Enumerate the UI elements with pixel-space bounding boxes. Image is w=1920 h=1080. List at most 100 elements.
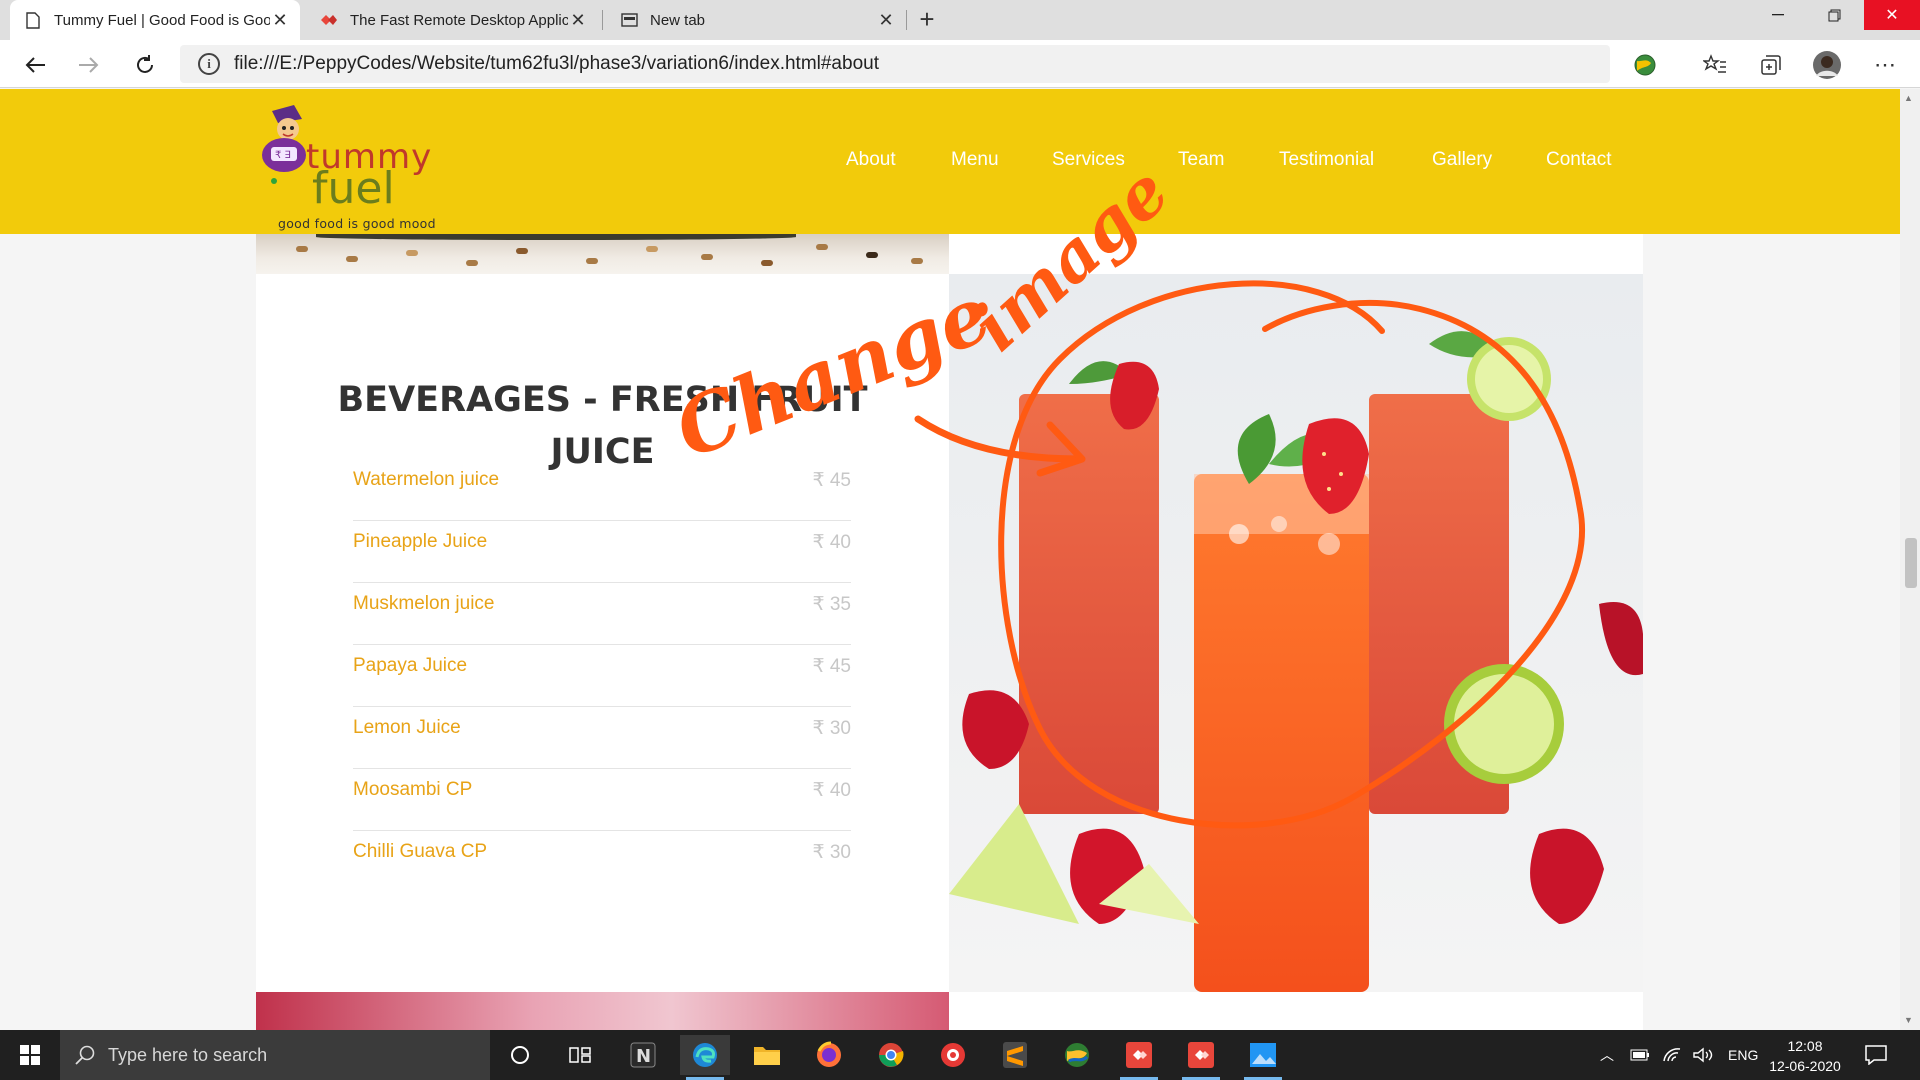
extension-globe-icon[interactable] [1630, 50, 1660, 80]
scroll-up-arrow-icon[interactable]: ▲ [1904, 93, 1913, 103]
info-icon[interactable]: i [198, 53, 220, 75]
tab-title: Tummy Fuel | Good Food is Good Mood [54, 11, 270, 29]
menu-item-name: Pineapple Juice [353, 531, 488, 552]
menu-item-name: Papaya Juice [353, 655, 468, 676]
refresh-icon[interactable] [128, 48, 162, 82]
screen-recorder-icon[interactable] [928, 1035, 978, 1075]
more-options-icon[interactable]: ⋯ [1870, 50, 1900, 80]
nav-link-testimonial[interactable]: Testimonial [1279, 149, 1374, 171]
page-scrollbar[interactable]: ▲ ▼ [1900, 89, 1920, 1030]
minimize-icon[interactable] [1750, 0, 1806, 30]
remote-desktop-icon [320, 11, 338, 29]
menu-item: Moosambi CP ₹ 40 [353, 769, 851, 831]
menu-item-price: ₹ 45 [812, 656, 851, 677]
cortana-icon[interactable] [495, 1035, 545, 1075]
photo-top-gap [949, 234, 1643, 274]
anydesk-icon[interactable] [1114, 1035, 1164, 1080]
svg-text:₹ ∃: ₹ ∃ [275, 150, 291, 161]
page-icon [24, 11, 42, 29]
page-viewport: ₹ ∃ tummy fuel good food is good mood Ab… [0, 89, 1900, 1030]
address-toolbar: i file:///E:/PeppyCodes/Website/tum62fu3… [0, 40, 1920, 88]
menu-title-line-1: BEVERAGES - FRESH FRUIT [337, 380, 868, 420]
firefox-icon[interactable] [804, 1035, 854, 1075]
language-indicator[interactable]: ENG [1728, 1047, 1758, 1063]
svg-text:N: N [636, 1046, 651, 1067]
menu-item-price: ₹ 40 [812, 780, 851, 801]
nav-link-services[interactable]: Services [1052, 149, 1125, 171]
nav-link-contact[interactable]: Contact [1546, 149, 1611, 171]
logo[interactable]: ₹ ∃ tummy fuel good food is good mood [254, 97, 454, 231]
sublime-text-icon[interactable] [990, 1035, 1040, 1075]
menu-item-price: ₹ 30 [812, 842, 851, 863]
notion-icon[interactable]: N [618, 1035, 668, 1075]
chevron-up-icon[interactable]: ︿ [1600, 1045, 1614, 1065]
tab-remote-desktop[interactable]: The Fast Remote Desktop Application ✕ [306, 0, 598, 40]
menu-item: Chilli Guava CP ₹ 30 [353, 831, 851, 893]
clock-date: 12-06-2020 [1769, 1058, 1841, 1074]
close-icon[interactable]: ✕ [568, 10, 588, 31]
scroll-thumb[interactable] [1905, 538, 1917, 588]
menu-item: Pineapple Juice ₹ 40 [353, 521, 851, 583]
windows-start-icon[interactable] [0, 1030, 60, 1080]
close-icon[interactable]: ✕ [876, 10, 896, 31]
search-icon [75, 1045, 95, 1065]
juice-glasses-illustration [949, 274, 1643, 992]
scroll-down-arrow-icon[interactable]: ▼ [1904, 1015, 1913, 1025]
windows-taskbar: Type here to search N ︿ ENG 12:08 12-06-… [0, 1030, 1920, 1080]
nav-link-menu[interactable]: Menu [951, 149, 999, 171]
menu-item-name: Chilli Guava CP [353, 841, 488, 862]
file-explorer-icon[interactable] [742, 1035, 792, 1075]
back-arrow-icon[interactable] [18, 48, 52, 82]
search-placeholder: Type here to search [108, 1044, 268, 1065]
url-text[interactable]: file:///E:/PeppyCodes/Website/tum62fu3l/… [234, 53, 879, 75]
nav-link-team[interactable]: Team [1178, 149, 1224, 171]
tab-title: New tab [650, 11, 706, 29]
nav-link-about[interactable]: About [846, 149, 896, 171]
juice-photo [949, 274, 1643, 992]
battery-icon[interactable] [1630, 1048, 1650, 1062]
chrome-icon[interactable] [866, 1035, 916, 1075]
close-icon[interactable]: ✕ [270, 10, 290, 31]
menu-item: Muskmelon juice ₹ 35 [353, 583, 851, 645]
site-header: ₹ ∃ tummy fuel good food is good mood Ab… [0, 89, 1900, 234]
nav-link-gallery[interactable]: Gallery [1432, 149, 1492, 171]
anydesk-second-icon[interactable] [1176, 1035, 1226, 1080]
bottom-white-area [949, 992, 1643, 1030]
menu-list: Watermelon juice ₹ 45 Pineapple Juice ₹ … [353, 459, 851, 893]
menu-item: Lemon Juice ₹ 30 [353, 707, 851, 769]
logo-tagline: good food is good mood [278, 216, 436, 231]
clock[interactable]: 12:08 12-06-2020 [1765, 1036, 1845, 1076]
window-close-icon[interactable]: ✕ [1864, 0, 1920, 30]
food-image-strip [256, 234, 949, 274]
forward-arrow-icon[interactable] [72, 48, 106, 82]
menu-item-name: Moosambi CP [353, 779, 473, 800]
wifi-icon[interactable] [1662, 1047, 1682, 1063]
menu-item-name: Lemon Juice [353, 717, 461, 738]
restore-icon[interactable] [1806, 0, 1862, 30]
tab-separator [906, 10, 907, 30]
tab-new-tab[interactable]: New tab ✕ [606, 0, 906, 40]
address-bar[interactable]: i file:///E:/PeppyCodes/Website/tum62fu3… [180, 45, 1610, 83]
menu-item: Watermelon juice ₹ 45 [353, 459, 851, 521]
notifications-icon[interactable] [1865, 1030, 1887, 1080]
menu-item-name: Muskmelon juice [353, 593, 495, 614]
menu-item: Papaya Juice ₹ 45 [353, 645, 851, 707]
menu-item-name: Watermelon juice [353, 469, 500, 490]
edge-icon[interactable] [680, 1035, 730, 1080]
tab-separator [602, 10, 603, 30]
profile-avatar-icon[interactable] [1812, 50, 1842, 80]
menu-item-price: ₹ 35 [812, 594, 851, 615]
next-image-strip [256, 992, 949, 1030]
taskbar-search-box[interactable]: Type here to search [60, 1030, 490, 1080]
tab-title: The Fast Remote Desktop Application [350, 11, 568, 29]
task-view-icon[interactable] [555, 1035, 605, 1075]
photos-icon[interactable] [1238, 1035, 1288, 1080]
tab-tummy-fuel[interactable]: Tummy Fuel | Good Food is Good Mood ✕ [10, 0, 300, 40]
menu-item-price: ₹ 40 [812, 532, 851, 553]
collections-icon[interactable] [1756, 50, 1786, 80]
globe-app-icon[interactable] [1052, 1035, 1102, 1075]
favorites-icon[interactable] [1700, 50, 1730, 80]
new-tab-button[interactable]: + [912, 4, 942, 34]
volume-icon[interactable] [1692, 1047, 1714, 1063]
clock-time: 12:08 [1787, 1038, 1823, 1054]
